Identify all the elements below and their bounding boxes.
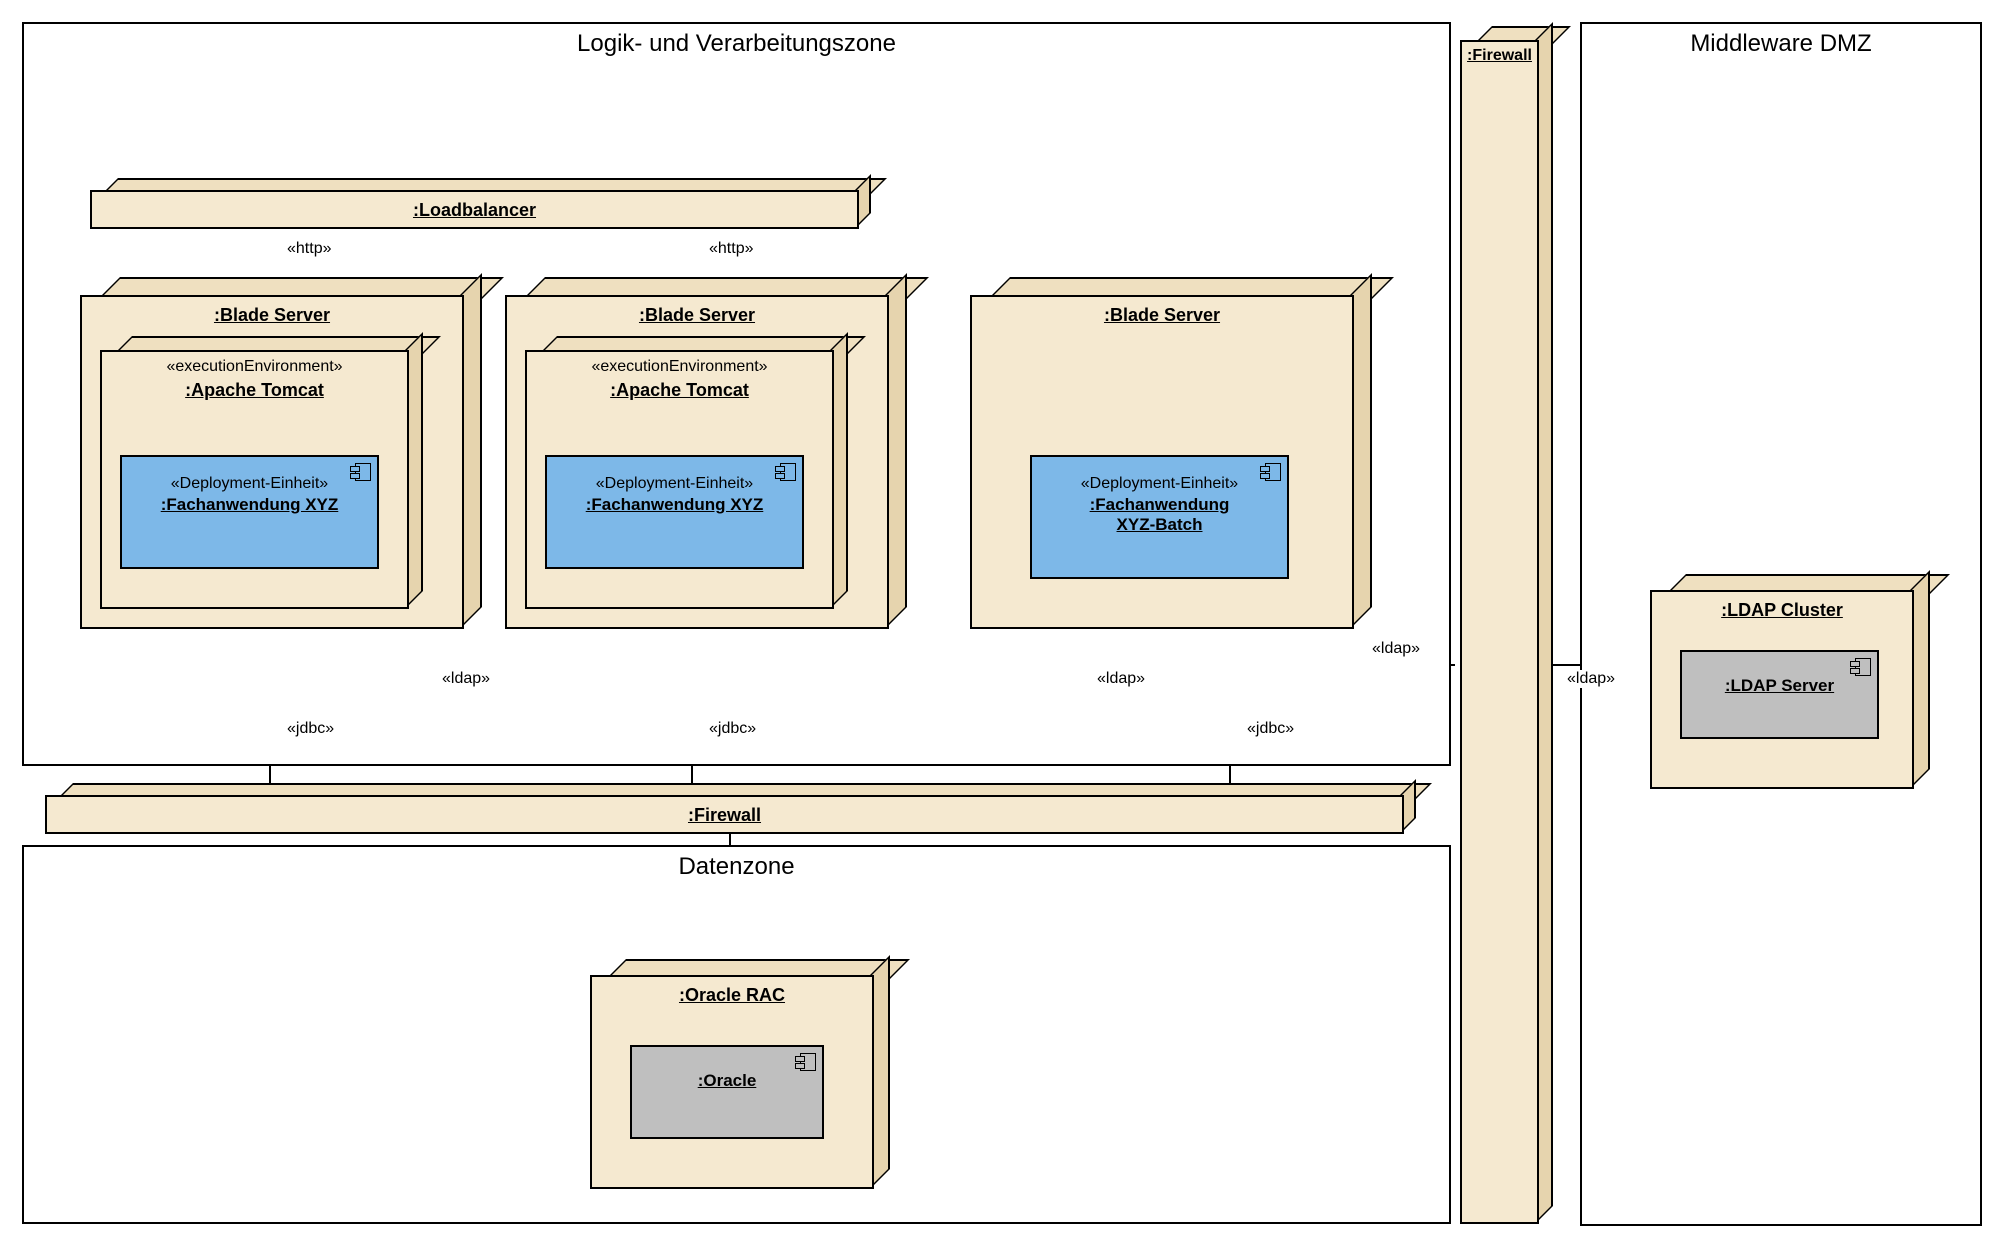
component-ldap-server: :LDAP Server xyxy=(1680,650,1879,739)
component-icon xyxy=(1855,658,1871,676)
label-jdbc-2: «jdbc» xyxy=(707,720,758,738)
component-fach2: «Deployment-Einheit» :Fachanwendung XYZ xyxy=(545,455,804,569)
component-icon xyxy=(355,463,371,481)
label-http-2: «http» xyxy=(707,240,755,258)
label-ldap-2: «ldap» xyxy=(1095,670,1147,688)
zone-dmz-title: Middleware DMZ xyxy=(1690,30,1871,58)
loadbalancer-title: :Loadbalancer xyxy=(413,200,536,221)
label-ldap-3: «ldap» xyxy=(1370,640,1422,658)
label-jdbc-1: «jdbc» xyxy=(285,720,336,738)
blade3-title: :Blade Server xyxy=(1104,305,1220,326)
fach1-stereo: «Deployment-Einheit» xyxy=(122,475,377,493)
tomcat2-title: :Apache Tomcat xyxy=(610,380,749,401)
ldap-cluster-title: :LDAP Cluster xyxy=(1721,600,1843,621)
firewall-v-title: :Firewall xyxy=(1467,47,1532,65)
zone-logic-title: Logik- und Verarbeitungszone xyxy=(577,30,896,58)
label-jdbc-3: «jdbc» xyxy=(1245,720,1296,738)
blade2-title: :Blade Server xyxy=(639,305,755,326)
component-icon xyxy=(800,1053,816,1071)
oracle-title: :Oracle xyxy=(632,1071,822,1091)
component-icon xyxy=(780,463,796,481)
ldap-server-title: :LDAP Server xyxy=(1682,676,1877,696)
component-fachbatch: «Deployment-Einheit» :Fachanwendung XYZ-… xyxy=(1030,455,1289,579)
component-oracle: :Oracle xyxy=(630,1045,824,1139)
fach1-title: :Fachanwendung XYZ xyxy=(122,495,377,515)
label-ldap-1: «ldap» xyxy=(440,670,492,688)
component-icon xyxy=(1265,463,1281,481)
blade1-title: :Blade Server xyxy=(214,305,330,326)
fach2-stereo: «Deployment-Einheit» xyxy=(547,475,802,493)
label-http-1: «http» xyxy=(285,240,333,258)
fachbatch-stereo: «Deployment-Einheit» xyxy=(1032,475,1287,493)
firewall-h-title: :Firewall xyxy=(688,805,761,826)
tomcat2-stereo: «executionEnvironment» xyxy=(591,358,767,376)
fach2-title: :Fachanwendung XYZ xyxy=(547,495,802,515)
tomcat1-title: :Apache Tomcat xyxy=(185,380,324,401)
fachbatch-title2: XYZ-Batch xyxy=(1032,515,1287,535)
tomcat1-stereo: «executionEnvironment» xyxy=(166,358,342,376)
zone-data-title: Datenzone xyxy=(678,853,794,881)
oracle-rac-title: :Oracle RAC xyxy=(679,985,785,1006)
fachbatch-title1: :Fachanwendung xyxy=(1032,495,1287,515)
label-ldap-4: «ldap» xyxy=(1565,670,1617,688)
component-fach1: «Deployment-Einheit» :Fachanwendung XYZ xyxy=(120,455,379,569)
